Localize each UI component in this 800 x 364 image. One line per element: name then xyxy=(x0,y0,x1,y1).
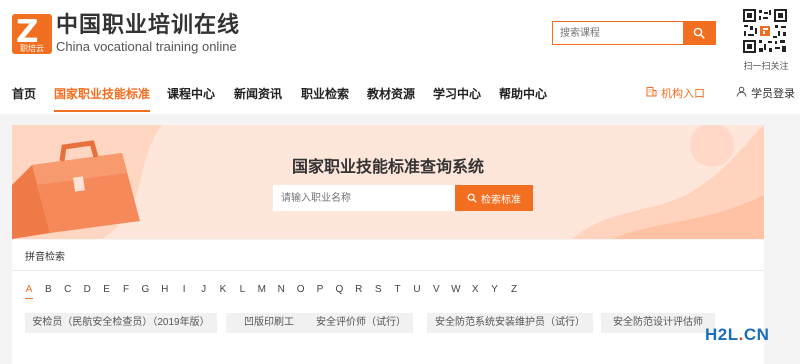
page: Z 职培云 中国职业培训在线 China vocational training… xyxy=(0,0,800,364)
logo-badge: Z 职培云 xyxy=(12,14,52,54)
nav-item-textbooks[interactable]: 教材资源 xyxy=(367,80,415,112)
standard-tag[interactable]: 凹版印刷工 xyxy=(226,313,312,333)
org-entry-link[interactable]: 机构入口 xyxy=(646,80,705,108)
logo-badge-caption: 职培云 xyxy=(20,44,44,53)
standard-tag[interactable]: 安全评价师（试行） xyxy=(309,313,413,333)
banner-title: 国家职业技能标准查询系统 xyxy=(291,159,484,176)
standard-tag[interactable]: 安检员（民航安全检查员）（2019年版） xyxy=(25,313,217,333)
query-banner: 国家职业技能标准查询系统 检索标准 xyxy=(12,125,764,239)
nav-item-home[interactable]: 首页 xyxy=(12,80,36,112)
watermark-logo: H2L.CN xyxy=(705,325,769,345)
letter-y[interactable]: Y xyxy=(488,284,502,295)
letter-d[interactable]: D xyxy=(80,284,94,295)
letter-e[interactable]: E xyxy=(100,284,114,295)
letter-b[interactable]: B xyxy=(41,284,55,295)
qr-caption: 扫一扫关注 xyxy=(743,61,789,71)
search-icon xyxy=(467,193,477,203)
standard-tag[interactable]: 安全防范系统安装维护员（试行） xyxy=(427,313,593,333)
nav-item-occupation-search[interactable]: 职业检索 xyxy=(301,80,349,112)
logo-title-cn: 中国职业培训在线 xyxy=(56,12,241,37)
student-login-label: 学员登录 xyxy=(751,88,795,100)
letter-c[interactable]: C xyxy=(61,284,75,295)
banner-illustration xyxy=(12,125,764,239)
search-standards-button[interactable]: 检索标准 xyxy=(455,185,533,211)
site-logo[interactable]: Z 职培云 中国职业培训在线 China vocational training… xyxy=(12,12,242,56)
watermark-h2l: H2L xyxy=(705,325,739,344)
nav-item-news[interactable]: 新闻资讯 xyxy=(234,80,282,112)
qr-code-icon xyxy=(742,8,788,54)
letter-w[interactable]: W xyxy=(449,284,463,295)
letter-u[interactable]: U xyxy=(410,284,424,295)
letter-q[interactable]: Q xyxy=(332,284,346,295)
letter-m[interactable]: M xyxy=(255,284,269,295)
divider xyxy=(12,270,764,271)
header-search xyxy=(552,21,716,45)
building-icon xyxy=(646,80,657,108)
letter-z[interactable]: Z xyxy=(507,284,521,295)
search-icon xyxy=(693,27,705,39)
letter-g[interactable]: G xyxy=(138,284,152,295)
occupation-name-input[interactable] xyxy=(273,185,455,211)
student-login-link[interactable]: 学员登录 xyxy=(736,80,795,108)
letter-k[interactable]: K xyxy=(216,284,230,295)
org-entry-label: 机构入口 xyxy=(661,88,705,100)
course-search-button[interactable] xyxy=(683,22,715,44)
letter-t[interactable]: T xyxy=(391,284,405,295)
letter-f[interactable]: F xyxy=(119,284,133,295)
letter-s[interactable]: S xyxy=(371,284,385,295)
nav-item-course-center[interactable]: 课程中心 xyxy=(167,80,215,112)
letter-x[interactable]: X xyxy=(468,284,482,295)
letter-l[interactable]: L xyxy=(235,284,249,295)
occupation-search: 检索标准 xyxy=(273,185,533,211)
nav-item-national-standards[interactable]: 国家职业技能标准 xyxy=(54,80,151,112)
letter-o[interactable]: O xyxy=(294,284,308,295)
nav-item-help-center[interactable]: 帮助中心 xyxy=(499,80,547,112)
letter-a[interactable]: A xyxy=(22,284,36,299)
logo-title-en: China vocational training online xyxy=(56,39,237,54)
letter-v[interactable]: V xyxy=(429,284,443,295)
search-standards-label: 检索标准 xyxy=(481,194,521,206)
watermark-cn: CN xyxy=(743,325,770,344)
standard-tag[interactable]: 安全防范设计评估师 xyxy=(601,313,715,333)
letter-r[interactable]: R xyxy=(352,284,366,295)
user-icon xyxy=(736,80,747,108)
course-search-input[interactable] xyxy=(553,22,683,44)
letter-j[interactable]: J xyxy=(197,284,211,295)
nav-item-learning-center[interactable]: 学习中心 xyxy=(433,80,481,112)
letter-p[interactable]: P xyxy=(313,284,327,295)
pinyin-index-label: 拼音检索 xyxy=(25,252,65,263)
pinyin-index: 拼音检索 ABCDEFGHIJKLMNOPQRSTUVWXYZ 安检员（民航安全… xyxy=(12,240,764,364)
letter-n[interactable]: N xyxy=(274,284,288,295)
site-header: Z 职培云 中国职业培训在线 China vocational training… xyxy=(0,0,800,75)
letter-i[interactable]: I xyxy=(177,284,191,295)
letter-h[interactable]: H xyxy=(158,284,172,295)
